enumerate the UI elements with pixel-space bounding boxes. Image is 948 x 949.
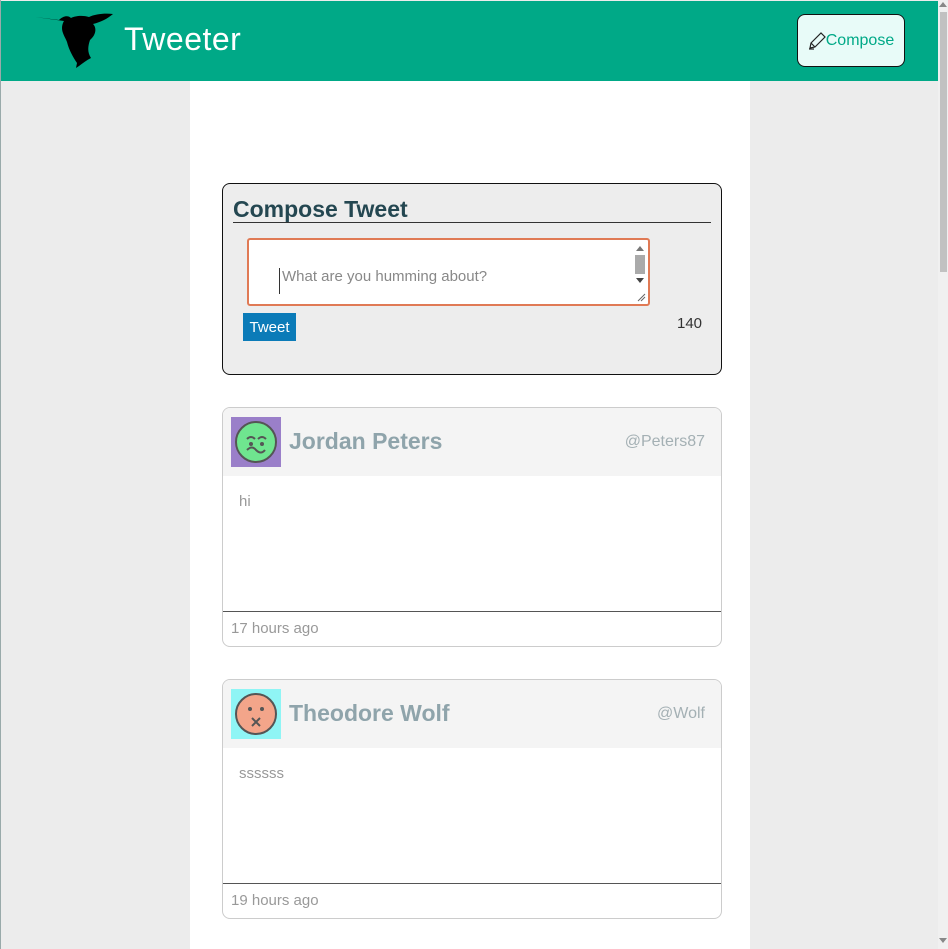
tweet-textarea[interactable] bbox=[279, 268, 622, 294]
tweet-button[interactable]: Tweet bbox=[243, 313, 296, 341]
tweet-card: Jordan Peters @Peters87 hi 17 hours ago bbox=[222, 407, 722, 647]
window-border bbox=[0, 0, 1, 949]
page-scroll-up-icon[interactable] bbox=[939, 2, 947, 7]
main-content: Compose Tweet Tweet 140 Jordan Pet bbox=[190, 81, 750, 949]
tweet-author-name: Theodore Wolf bbox=[289, 700, 450, 726]
tweet-handle: @Wolf bbox=[657, 705, 705, 722]
compose-tweet-panel: Compose Tweet Tweet 140 bbox=[222, 183, 722, 375]
tweet-handle: @Peters87 bbox=[624, 433, 705, 450]
resize-handle-icon[interactable] bbox=[636, 292, 646, 302]
char-counter: 140 bbox=[677, 315, 703, 332]
scroll-thumb[interactable] bbox=[635, 255, 645, 274]
compose-button-label: Compose bbox=[825, 31, 895, 49]
hummingbird-icon bbox=[35, 13, 113, 68]
page-scrollbar[interactable] bbox=[938, 0, 948, 949]
tweet-footer: 19 hours ago bbox=[223, 883, 721, 918]
compose-button[interactable]: Compose bbox=[797, 14, 905, 67]
page-scroll-down-icon[interactable] bbox=[939, 938, 947, 943]
brand-title: Tweeter bbox=[124, 21, 242, 57]
scroll-up-icon[interactable] bbox=[636, 246, 644, 251]
tweet-textarea-wrapper bbox=[247, 238, 650, 306]
tweet-timestamp: 17 hours ago bbox=[231, 620, 319, 637]
tweet-footer: 17 hours ago bbox=[223, 611, 721, 646]
pencil-icon bbox=[808, 31, 826, 50]
tweet-header: Jordan Peters @Peters87 bbox=[223, 408, 721, 476]
compose-title: Compose Tweet bbox=[233, 196, 711, 223]
top-nav: Tweeter Compose bbox=[1, 1, 938, 81]
avatar bbox=[231, 417, 281, 467]
tweet-timestamp: 19 hours ago bbox=[231, 892, 319, 909]
tweet-text: ssssss bbox=[239, 765, 284, 782]
avatar bbox=[231, 689, 281, 739]
tweet-header: Theodore Wolf @Wolf bbox=[223, 680, 721, 748]
tweet-card: Theodore Wolf @Wolf ssssss 19 hours ago bbox=[222, 679, 722, 919]
page-scroll-thumb[interactable] bbox=[940, 12, 947, 272]
tweet-author-name: Jordan Peters bbox=[289, 428, 443, 454]
tweet-text: hi bbox=[239, 493, 251, 510]
scroll-down-icon[interactable] bbox=[636, 278, 644, 283]
